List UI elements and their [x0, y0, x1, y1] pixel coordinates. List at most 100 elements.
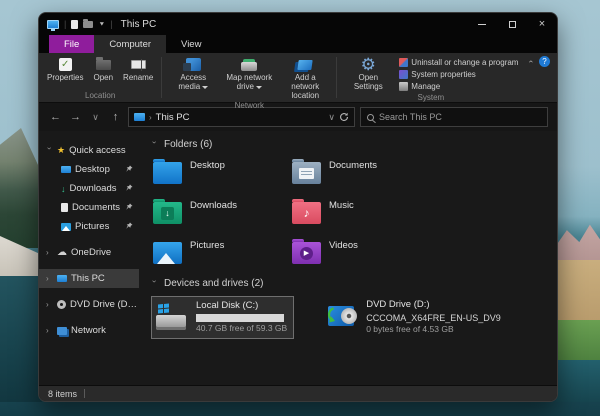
- sidebar-item-downloads[interactable]: ↓ Downloads: [39, 179, 139, 198]
- dvd-drive-icon: [326, 304, 358, 330]
- collapse-chevron-icon[interactable]: ›: [150, 280, 159, 287]
- recent-locations-chevron-icon[interactable]: ∨: [88, 112, 103, 123]
- sidebar-item-desktop[interactable]: Desktop: [39, 160, 139, 179]
- chevron-icon[interactable]: ›: [46, 274, 53, 283]
- tab-file[interactable]: File: [49, 35, 95, 53]
- ribbon: ✓ Properties Open Rename Location Access…: [39, 53, 557, 110]
- wallpaper-grass-tan: [556, 260, 600, 324]
- disk-usage-bar: [196, 314, 284, 323]
- wallpaper-grass-green: [556, 320, 600, 364]
- up-button[interactable]: ↑: [108, 111, 123, 123]
- drives-section-header[interactable]: › Devices and drives (2): [150, 278, 551, 289]
- this-pc-icon: [57, 275, 67, 282]
- uninstall-program-button[interactable]: Uninstall or change a program: [397, 57, 520, 68]
- help-icon[interactable]: ?: [539, 56, 550, 67]
- file-explorer-window: | ▼ | This PC × File Computer View ✓ Pro…: [38, 12, 558, 402]
- breadcrumb[interactable]: This PC: [156, 112, 190, 123]
- search-icon: [367, 113, 374, 121]
- system-properties-button[interactable]: System properties: [397, 69, 520, 80]
- folders-section-header[interactable]: › Folders (6): [150, 139, 551, 150]
- videos-folder-icon: ▶: [292, 239, 321, 264]
- wallpaper-water-left: [0, 276, 42, 402]
- wallpaper-cliff: [0, 128, 42, 248]
- qat-new-folder-icon[interactable]: [83, 18, 94, 28]
- back-button[interactable]: ←: [48, 111, 63, 123]
- item-count: 8 items: [48, 388, 78, 399]
- search-input[interactable]: [379, 112, 541, 122]
- minimize-button[interactable]: [467, 13, 497, 35]
- status-separator: [84, 389, 86, 398]
- wallpaper-water-right: [556, 360, 600, 402]
- ribbon-group-label-system: System: [417, 92, 445, 102]
- star-icon: ★: [57, 145, 66, 155]
- tab-computer[interactable]: Computer: [94, 35, 167, 53]
- folder-tile-pictures[interactable]: Pictures: [151, 237, 290, 269]
- properties-button[interactable]: ✓ Properties: [43, 55, 87, 84]
- minimize-icon: [478, 23, 486, 25]
- ribbon-tab-row: File Computer View: [39, 35, 557, 53]
- sidebar-item-this-pc[interactable]: › This PC: [39, 269, 139, 288]
- this-pc-icon: [134, 113, 145, 121]
- access-media-icon: [182, 58, 201, 71]
- sidebar-item-network[interactable]: › Network: [39, 321, 139, 340]
- collapse-chevron-icon[interactable]: ›: [150, 141, 159, 148]
- uninstall-icon: [399, 58, 409, 67]
- folder-tile-downloads[interactable]: ↓ Downloads: [151, 197, 290, 229]
- downloads-icon: ↓: [61, 183, 66, 194]
- documents-folder-icon: [292, 159, 321, 184]
- manage-button[interactable]: Manage: [397, 81, 520, 92]
- minimize-ribbon-icon[interactable]: ›: [526, 60, 535, 63]
- qat-separator: |: [110, 19, 113, 29]
- close-button[interactable]: ×: [527, 13, 557, 35]
- folder-tile-videos[interactable]: ▶ Videos: [290, 237, 429, 269]
- map-network-drive-button[interactable]: Map network drive: [222, 55, 276, 93]
- chevron-icon[interactable]: ›: [46, 326, 53, 335]
- tab-view[interactable]: View: [166, 35, 216, 53]
- manage-icon: [399, 82, 409, 91]
- sidebar-item-documents[interactable]: Documents: [39, 198, 139, 217]
- pin-icon: [126, 184, 133, 191]
- navigation-pane: › ★ Quick access Desktop ↓ Downloads Doc…: [39, 131, 139, 385]
- drive-tile-local-disk[interactable]: Local Disk (C:) 40.7 GB free of 59.3 GB: [151, 296, 295, 339]
- chevron-icon[interactable]: ›: [45, 147, 54, 154]
- dropdown-arrow-icon: [202, 85, 209, 89]
- address-dropdown-chevron-icon[interactable]: ∨: [328, 112, 335, 123]
- open-button[interactable]: Open: [89, 55, 117, 84]
- access-media-button[interactable]: Access media: [166, 55, 220, 93]
- pin-icon: [126, 165, 133, 172]
- dvd-arrow-icon: [328, 307, 336, 323]
- ribbon-group-network: Access media Map network drive Add a net…: [162, 53, 336, 110]
- sidebar-item-pictures[interactable]: Pictures: [39, 217, 139, 236]
- ribbon-corner: › ?: [526, 56, 550, 67]
- title-bar[interactable]: | ▼ | This PC ×: [39, 13, 557, 35]
- open-folder-icon: [95, 56, 111, 70]
- rename-button[interactable]: Rename: [119, 55, 157, 84]
- chevron-icon[interactable]: ›: [46, 300, 53, 309]
- hard-drive-icon: [156, 303, 188, 331]
- qat-separator: |: [64, 19, 67, 29]
- qat-properties-icon[interactable]: [71, 19, 79, 29]
- refresh-icon[interactable]: [339, 112, 349, 122]
- pictures-folder-icon: [153, 242, 182, 264]
- maximize-button[interactable]: [497, 13, 527, 35]
- pictures-icon: [61, 222, 71, 231]
- drive-tile-dvd[interactable]: DVD Drive (D:) CCCOMA_X64FRE_EN-US_DV9 0…: [322, 296, 507, 339]
- folder-tile-desktop[interactable]: Desktop: [151, 157, 290, 189]
- sidebar-item-dvd-drive[interactable]: › DVD Drive (D:) CCCO: [39, 295, 139, 314]
- chevron-icon[interactable]: ›: [46, 248, 53, 257]
- search-box[interactable]: [360, 107, 548, 127]
- folder-tile-documents[interactable]: Documents: [290, 157, 429, 189]
- rename-icon: [130, 59, 146, 71]
- documents-icon: [61, 203, 68, 212]
- folder-tile-music[interactable]: ♪ Music: [290, 197, 429, 229]
- sidebar-item-quick-access[interactable]: › ★ Quick access: [39, 141, 139, 160]
- sidebar-item-onedrive[interactable]: › ☁ OneDrive: [39, 243, 139, 262]
- add-network-location-button[interactable]: Add a network location: [278, 55, 332, 101]
- status-bar: 8 items: [39, 385, 557, 401]
- open-settings-button[interactable]: ⚙ Open Settings: [341, 55, 395, 93]
- gear-icon: ⚙: [360, 55, 376, 74]
- forward-button[interactable]: →: [68, 111, 83, 123]
- qat-customize-chevron-icon[interactable]: ▼: [98, 21, 105, 27]
- drives-grid: Local Disk (C:) 40.7 GB free of 59.3 GB …: [151, 296, 551, 339]
- explorer-body: › ★ Quick access Desktop ↓ Downloads Doc…: [39, 131, 557, 385]
